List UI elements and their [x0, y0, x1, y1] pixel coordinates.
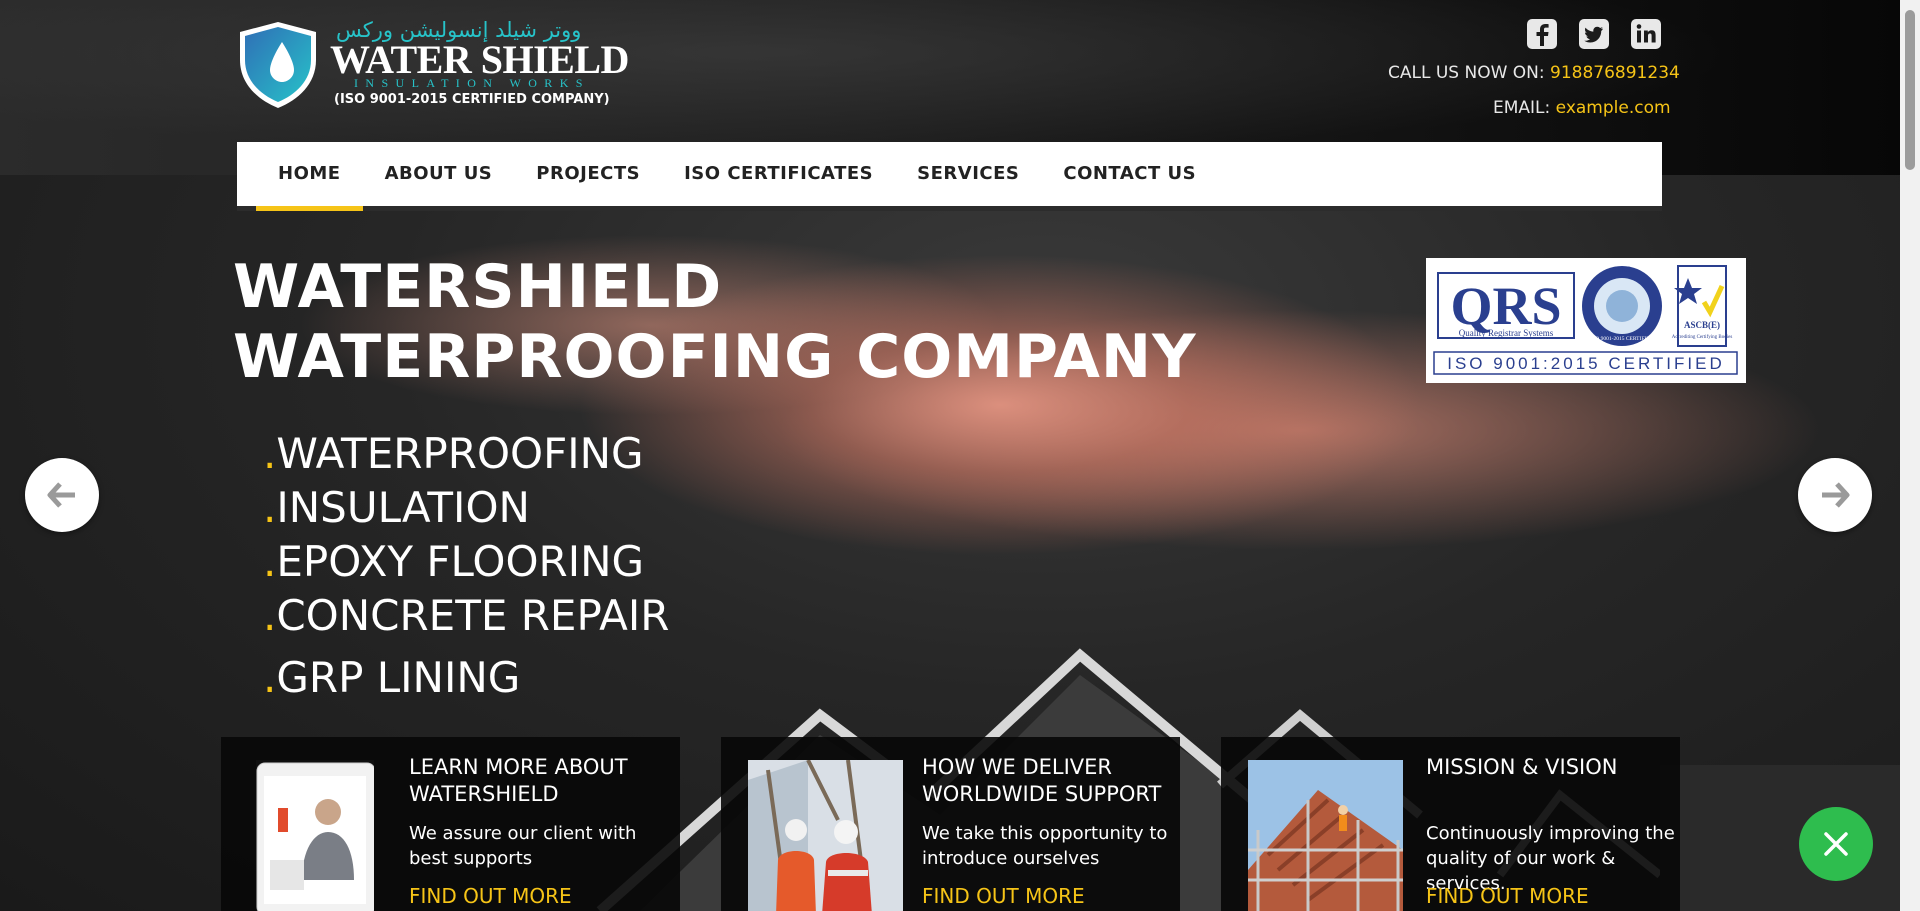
facebook-icon[interactable] [1526, 18, 1558, 50]
card-text: We take this opportunity to introduce ou… [922, 823, 1168, 869]
email-line: EMAIL: example.com [1493, 98, 1671, 118]
service-item: .GRP LINING [263, 653, 521, 702]
hero-title-line2: WATERPROOFING COMPANY [233, 322, 1197, 392]
scrollbar-thumb[interactable] [1905, 10, 1915, 170]
whatsapp-chat-button[interactable] [1799, 807, 1873, 881]
service-item: .WATERPROOFING [263, 429, 644, 478]
ascb-label: ASCB(E) [1684, 320, 1720, 330]
logo-certification: (ISO 9001-2015 CERTIFIED COMPANY) [334, 92, 610, 107]
qrs-caption: Quality Registrar Systems [1459, 328, 1554, 338]
service-item: .EPOXY FLOORING [263, 537, 645, 586]
feature-card-mission: MISSION & VISION Continuously improving … [1221, 737, 1680, 911]
service-item: .CONCRETE REPAIR [263, 591, 670, 640]
phone-label: CALL US NOW ON: [1388, 63, 1545, 83]
twitter-icon[interactable] [1578, 18, 1610, 50]
hero-title-line1: WATERSHIELD [233, 252, 723, 322]
nav-item-iso-certificates[interactable]: ISO CERTIFICATES [662, 142, 895, 206]
nav-item-projects[interactable]: PROJECTS [514, 142, 662, 206]
linkedin-icon[interactable] [1630, 18, 1662, 50]
feature-card-about: LEARN MORE ABOUT WATERSHIELD We assure o… [221, 737, 680, 911]
nav-item-services[interactable]: SERVICES [895, 142, 1041, 206]
phone-line: CALL US NOW ON: 918876891234 [1388, 63, 1680, 83]
card-image-scaffolding [1248, 760, 1403, 911]
card-title: LEARN MORE ABOUT WATERSHIELD [409, 755, 628, 806]
card-image-tablet [256, 760, 374, 911]
nav-item-home[interactable]: HOME [237, 142, 363, 211]
card-title: MISSION & VISION [1426, 755, 1618, 779]
find-out-more-link[interactable]: FIND OUT MORE [922, 884, 1085, 908]
iso-banner-text: ISO 9001:2015 CERTIFIED [1447, 354, 1725, 373]
page-scrollbar[interactable] [1900, 0, 1920, 911]
nav-item-about-us[interactable]: ABOUT US [363, 142, 515, 206]
ascb-caption: Accrediting Certifying Bodies [1672, 335, 1733, 340]
seal-ring-text: ISO 9001-2015 CERTIFIED [1590, 336, 1653, 342]
logo-tagline: INSULATION WORKS [354, 76, 590, 90]
service-list: .WATERPROOFING .INSULATION .EPOXY FLOORI… [263, 427, 669, 705]
close-icon [1824, 832, 1848, 856]
hero-slider: WATERSHIELD WATERPROOFING COMPANY .WATER… [0, 175, 1900, 911]
qrs-wordmark: QRS [1450, 276, 1561, 336]
nav-item-contact-us[interactable]: CONTACT US [1041, 142, 1218, 206]
seal-label: QRS [1614, 265, 1631, 274]
arrow-left-icon [47, 482, 75, 508]
slider-next-button[interactable] [1798, 458, 1872, 532]
email-link[interactable]: example.com [1556, 98, 1671, 118]
arrow-right-icon [1822, 482, 1850, 508]
shield-drop-icon [240, 22, 316, 108]
find-out-more-link[interactable]: FIND OUT MORE [1426, 884, 1589, 908]
social-links [1526, 18, 1662, 50]
iso-certification-badge: QRS Quality Registrar Systems QRS ISO 90… [1426, 258, 1746, 383]
email-label: EMAIL: [1493, 98, 1551, 118]
slider-prev-button[interactable] [25, 458, 99, 532]
main-nav: HOME ABOUT US PROJECTS ISO CERTIFICATES … [237, 142, 1662, 211]
feature-card-support: HOW WE DELIVER WORLDWIDE SUPPORT We take… [721, 737, 1180, 911]
phone-link[interactable]: 918876891234 [1550, 63, 1680, 83]
find-out-more-link[interactable]: FIND OUT MORE [409, 884, 572, 908]
card-title: HOW WE DELIVER WORLDWIDE SUPPORT [922, 755, 1162, 806]
logo[interactable]: ووتر شيلد إنسوليشن وركس WATER SHIELD INS… [236, 18, 629, 110]
hero-title: WATERSHIELD WATERPROOFING COMPANY [233, 252, 1197, 392]
service-item: .INSULATION [263, 483, 530, 532]
card-image-engineers [748, 760, 903, 911]
card-text: We assure our client with best supports [409, 823, 637, 869]
